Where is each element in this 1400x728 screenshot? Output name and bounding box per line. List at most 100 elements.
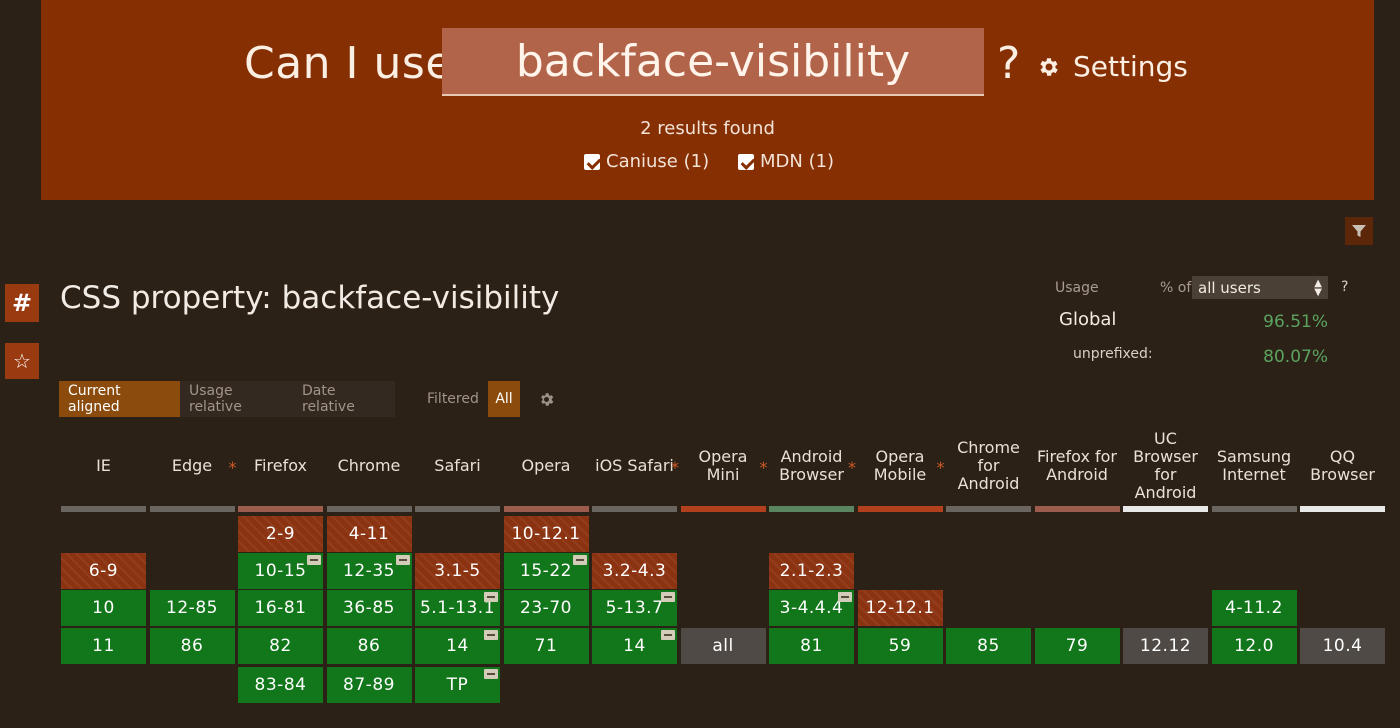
browser-name: iOS Safari [595, 456, 674, 475]
support-cell[interactable]: 4-11.2 [1211, 590, 1297, 626]
support-cell[interactable]: 14 [415, 628, 500, 664]
version-range: 87-89 [343, 675, 395, 695]
filter-icon [1352, 225, 1366, 237]
browser-name: Opera Mobile [873, 447, 927, 484]
tab-all[interactable]: All [488, 381, 520, 417]
support-cell[interactable]: 71 [503, 628, 589, 664]
browser-header-qq-browser[interactable]: QQ Browser [1300, 430, 1385, 502]
browser-header-chrome[interactable]: Chrome [327, 430, 412, 502]
support-cell[interactable]: 6-9 [61, 553, 146, 589]
support-cell[interactable]: 3.2-4.3 [592, 553, 677, 589]
version-range: TP [446, 675, 469, 695]
note-indicator-icon [395, 555, 410, 565]
support-cell[interactable]: 23-70 [503, 590, 589, 626]
browser-name: Firefox for Android [1036, 447, 1118, 484]
support-cell[interactable]: 10-12.1 [503, 516, 589, 552]
support-cell[interactable]: 36-85 [326, 590, 412, 626]
support-cell[interactable]: all [680, 628, 766, 664]
support-cell[interactable]: 12-12.1 [857, 590, 943, 626]
support-cell[interactable]: 86 [149, 628, 235, 664]
support-cell[interactable]: TP [415, 667, 500, 703]
support-cell[interactable]: 10-15 [238, 553, 323, 589]
caniuse-source-checkbox[interactable]: Caniuse (1) [584, 151, 709, 172]
support-cell[interactable]: 16-81 [238, 590, 323, 626]
support-cell[interactable]: 81 [769, 628, 854, 664]
browser-header-ie[interactable]: IE [61, 430, 146, 502]
support-cell[interactable]: 10.4 [1300, 628, 1385, 664]
browser-usage-bar [415, 506, 500, 512]
note-indicator-icon [572, 555, 587, 565]
browser-header-opera[interactable]: Opera [504, 430, 589, 502]
version-range: 23-70 [520, 598, 572, 618]
version-range: 83-84 [254, 675, 307, 695]
users-select[interactable]: all users ▲ ▼ [1192, 276, 1328, 299]
note-indicator-icon [661, 592, 675, 602]
browser-header-edge[interactable]: Edge * [150, 430, 237, 502]
version-range: 86 [180, 636, 204, 656]
support-cell[interactable]: 12.0 [1211, 628, 1297, 664]
support-cell[interactable]: 11 [61, 628, 146, 664]
browser-header-chrome-for-android[interactable]: Chrome for Android [946, 430, 1031, 502]
tab-filtered[interactable]: Filtered [427, 391, 479, 407]
results-count: 2 results found [640, 118, 775, 139]
support-cell[interactable]: 5-13.7 [592, 590, 677, 626]
support-cell[interactable]: 4-11 [326, 516, 412, 552]
version-range: 2.1-2.3 [779, 561, 844, 581]
support-cell[interactable]: 86 [326, 628, 412, 664]
settings-button[interactable]: Settings [1037, 50, 1188, 83]
version-range: 10 [92, 598, 115, 618]
support-cell[interactable]: 12-85 [149, 590, 235, 626]
support-cell[interactable]: 12-35 [326, 553, 412, 589]
support-cell[interactable]: 10 [61, 590, 146, 626]
browser-header-android-browser[interactable]: Android Browser * [769, 430, 856, 502]
support-cell[interactable]: 82 [238, 628, 323, 664]
feature-anchor-link[interactable]: # [5, 284, 39, 322]
support-cell[interactable]: 3-4.4.4 [769, 590, 854, 626]
support-cell[interactable]: 12.12 [1123, 628, 1208, 664]
help-link[interactable]: ? [997, 38, 1020, 89]
version-range: 85 [977, 636, 1000, 656]
tab-usage-relative[interactable]: Usage relative [180, 381, 293, 417]
support-cell[interactable]: 79 [1034, 628, 1120, 664]
filter-button[interactable] [1345, 217, 1373, 245]
browser-header-samsung-internet[interactable]: Samsung Internet [1212, 430, 1297, 502]
browser-header-safari[interactable]: Safari [415, 430, 500, 502]
support-cell[interactable]: 14 [592, 628, 677, 664]
version-range: 15-22 [520, 561, 572, 581]
support-cell[interactable]: 87-89 [326, 667, 412, 703]
browser-header-firefox-for-android[interactable]: Firefox for Android [1035, 430, 1120, 502]
percent-of-label: % of [1160, 280, 1192, 296]
unprefixed-label: unprefixed: [1073, 346, 1153, 362]
search-header: Can I use ? Settings 2 results found Can… [41, 0, 1374, 200]
browser-header-ios-safari[interactable]: iOS Safari * [592, 430, 679, 502]
version-range: 12.0 [1234, 636, 1274, 656]
tab-date-relative[interactable]: Date relative [293, 381, 395, 417]
browser-header-uc-browser-for-android[interactable]: UC Browser for Android [1123, 430, 1208, 502]
star-icon[interactable]: ☆ [5, 343, 39, 379]
support-cell[interactable]: 85 [946, 628, 1031, 664]
tab-current-aligned[interactable]: Current aligned [59, 381, 180, 417]
support-cell[interactable]: 59 [857, 628, 943, 664]
search-input[interactable] [442, 28, 984, 96]
note-indicator-icon [484, 669, 498, 679]
support-cell[interactable]: 3.1-5 [415, 553, 500, 589]
browser-header-opera-mini[interactable]: Opera Mini * [681, 430, 768, 502]
usage-help-link[interactable]: ? [1341, 279, 1348, 295]
support-cell[interactable]: 5.1-13.1 [415, 590, 500, 626]
version-range: 71 [534, 636, 558, 656]
gear-icon[interactable] [538, 391, 555, 412]
note-indicator-icon [838, 592, 852, 602]
support-cell[interactable]: 2.1-2.3 [769, 553, 854, 589]
global-usage-label: Global [1059, 309, 1117, 330]
mdn-source-checkbox[interactable]: MDN (1) [738, 151, 834, 172]
browser-header-firefox[interactable]: Firefox [238, 430, 323, 502]
support-cell[interactable]: 83-84 [238, 667, 323, 703]
browser-usage-bar [238, 506, 323, 512]
version-range: 11 [92, 636, 115, 656]
support-cell[interactable]: 15-22 [503, 553, 589, 589]
browser-usage-bar [149, 506, 235, 512]
browser-name: Firefox [254, 456, 307, 475]
browser-header-opera-mobile[interactable]: Opera Mobile * [858, 430, 945, 502]
checkbox-checked-icon [738, 153, 754, 170]
support-cell[interactable]: 2-9 [238, 516, 323, 552]
